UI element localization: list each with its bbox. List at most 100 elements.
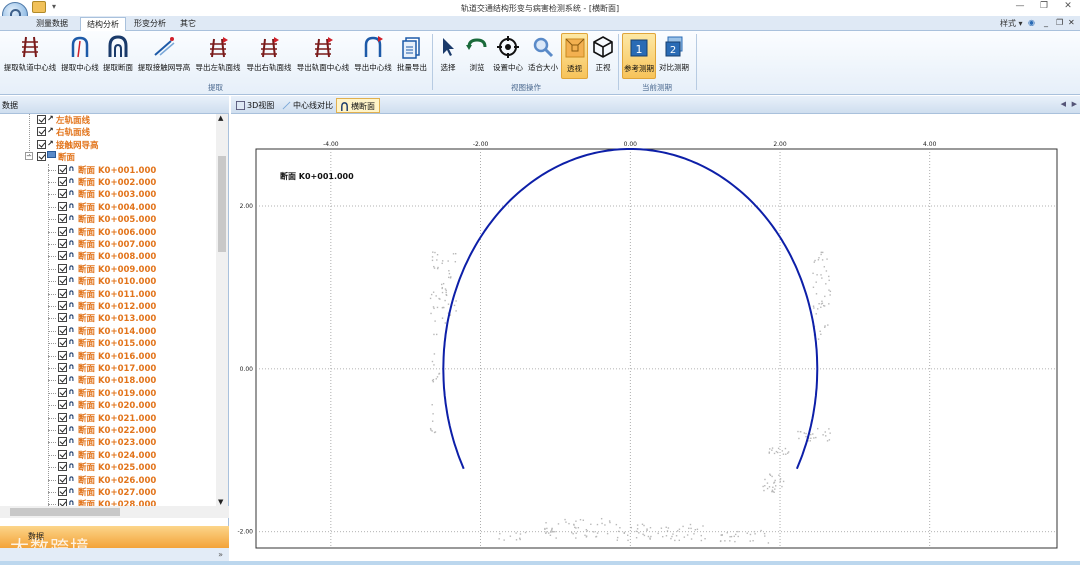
checkbox[interactable]	[58, 239, 67, 248]
tree-item-section[interactable]: ∩ 断面 K0+003.000	[0, 188, 216, 200]
tree-item-section[interactable]: ∩ 断面 K0+018.000	[0, 374, 216, 386]
tree-item-section[interactable]: ∩ 断面 K0+006.000	[0, 226, 216, 238]
export-rail-centerline-button[interactable]: 导出轨面中心线	[295, 33, 351, 79]
tab-scroll-left-icon[interactable]: ◀	[1061, 100, 1066, 108]
help-icon[interactable]: ◉	[1028, 18, 1035, 27]
compare-period-button[interactable]: 2 对比测期	[657, 33, 691, 79]
checkbox[interactable]	[58, 164, 67, 174]
tree-item-section[interactable]: ∩ 断面 K0+013.000	[0, 312, 216, 324]
checkbox[interactable]	[58, 288, 67, 298]
tree-item-section[interactable]: ∩ 断面 K0+028.000	[0, 498, 216, 506]
select-button[interactable]: 选择	[436, 33, 460, 79]
checkbox[interactable]	[58, 487, 67, 496]
tree-item-section[interactable]: ∩ 断面 K0+023.000	[0, 436, 216, 448]
tree-item-section[interactable]: ∩ 断面 K0+020.000	[0, 399, 216, 411]
expand-icon[interactable]: »	[218, 550, 223, 559]
extract-track-centerline-button[interactable]: 提取轨道中心线	[2, 33, 58, 79]
checkbox[interactable]	[58, 201, 67, 211]
restore-icon[interactable]: ❐	[1036, 1, 1052, 11]
tree-item-section[interactable]: ∩ 断面 K0+009.000	[0, 263, 216, 275]
checkbox[interactable]	[37, 139, 46, 149]
close-icon[interactable]: ✕	[1060, 1, 1076, 11]
checkbox[interactable]	[58, 301, 67, 310]
checkbox[interactable]	[58, 499, 67, 506]
tab-cross-section[interactable]: 横断面	[336, 98, 380, 113]
ribbon-minimize-icon[interactable]: _	[1044, 18, 1048, 27]
tree-item-section[interactable]: ∩ 断面 K0+017.000	[0, 362, 216, 374]
export-centerline-button[interactable]: 导出中心线	[352, 33, 394, 79]
tab-3d-view[interactable]: 3D视图	[233, 98, 278, 113]
tree-item-section[interactable]: ∩ 断面 K0+008.000	[0, 250, 216, 262]
set-center-button[interactable]: 设置中心	[491, 33, 525, 79]
checkbox[interactable]	[58, 338, 67, 348]
tree-node-sections[interactable]: 断面 −	[0, 151, 216, 163]
ribbon-close-icon[interactable]: ✕	[1068, 18, 1075, 27]
tree-item-section[interactable]: ∩ 断面 K0+007.000	[0, 238, 216, 250]
tree-item-section[interactable]: ∩ 断面 K0+025.000	[0, 461, 216, 473]
checkbox[interactable]	[58, 325, 67, 335]
minimize-icon[interactable]: —	[1012, 1, 1028, 11]
checkbox[interactable]	[58, 350, 67, 360]
style-menu[interactable]: 样式 ▾	[1000, 18, 1023, 29]
tab-centerline-compare[interactable]: 中心线对比	[279, 98, 337, 113]
reference-period-button[interactable]: 1 参考测期	[622, 33, 656, 79]
cross-section-plot[interactable]: -4.00 -2.00 0.00 2.00 4.00 2.00 0.00 -2.00 断面 K0…	[231, 114, 1080, 565]
tab-measure-data[interactable]: 测量数据	[30, 17, 74, 31]
tree-item-line[interactable]: ↗ 左轨面线	[0, 114, 216, 126]
checkbox[interactable]	[37, 152, 46, 162]
cross-section-canvas[interactable]: -4.00 -2.00 0.00 2.00 4.00 2.00 0.00 -2.00 断面 K0…	[231, 114, 1080, 565]
tree-item-section[interactable]: ∩ 断面 K0+012.000	[0, 300, 216, 312]
tree-item-section[interactable]: ∩ 断面 K0+001.000	[0, 164, 216, 176]
tree-item-section[interactable]: ∩ 断面 K0+015.000	[0, 337, 216, 349]
checkbox[interactable]	[58, 425, 67, 434]
tree-item-section[interactable]: ∩ 断面 K0+022.000	[0, 424, 216, 436]
tree-item-section[interactable]: ∩ 断面 K0+002.000	[0, 176, 216, 188]
checkbox[interactable]	[58, 387, 67, 397]
extract-catenary-height-button[interactable]: 提取接触网导高	[136, 33, 192, 79]
tree-item-section[interactable]: ∩ 断面 K0+004.000	[0, 201, 216, 213]
checkbox[interactable]	[58, 214, 67, 224]
tree-item-line[interactable]: ↗ 右轨面线	[0, 126, 216, 138]
checkbox[interactable]	[58, 189, 67, 199]
extract-section-button[interactable]: 提取断面	[101, 33, 135, 79]
tab-deformation-analysis[interactable]: 形变分析	[128, 17, 172, 31]
checkbox[interactable]	[58, 412, 67, 422]
tab-scroll-right-icon[interactable]: ▶	[1072, 100, 1077, 108]
checkbox[interactable]	[58, 449, 67, 459]
tree-item-section[interactable]: ∩ 断面 K0+010.000	[0, 275, 216, 287]
checkbox[interactable]	[58, 437, 67, 447]
checkbox[interactable]	[58, 474, 67, 484]
batch-export-button[interactable]: 批量导出	[395, 33, 429, 79]
front-view-button[interactable]: 正视	[590, 33, 616, 79]
tab-structure-analysis[interactable]: 结构分析	[80, 17, 126, 31]
browse-button[interactable]: 浏览	[463, 33, 491, 79]
tree-item-line[interactable]: ↗ 接触网导高	[0, 139, 216, 151]
tree-item-section[interactable]: ∩ 断面 K0+014.000	[0, 325, 216, 337]
ribbon-restore-icon[interactable]: ❐	[1056, 18, 1063, 27]
export-left-rail-button[interactable]: 导出左轨面线	[193, 33, 243, 79]
scroll-down-icon[interactable]: ▼	[218, 498, 223, 506]
tree-hscroll-thumb[interactable]	[10, 508, 120, 516]
checkbox[interactable]	[58, 276, 67, 286]
checkbox[interactable]	[58, 177, 67, 186]
tree-item-section[interactable]: ∩ 断面 K0+016.000	[0, 350, 216, 362]
perspective-button[interactable]: 透视	[561, 33, 588, 79]
tree-item-section[interactable]: ∩ 断面 K0+011.000	[0, 288, 216, 300]
tree-horizontal-scrollbar[interactable]	[0, 506, 229, 518]
checkbox[interactable]	[37, 115, 46, 124]
checkbox[interactable]	[58, 400, 67, 410]
scroll-up-icon[interactable]: ▲	[218, 114, 223, 122]
export-right-rail-button[interactable]: 导出右轨面线	[244, 33, 294, 79]
tree-item-section[interactable]: ∩ 断面 K0+026.000	[0, 474, 216, 486]
tree-item-section[interactable]: ∩ 断面 K0+005.000	[0, 213, 216, 225]
checkbox[interactable]	[58, 313, 67, 323]
tree-vertical-scrollbar[interactable]: ▲ ▼	[216, 114, 228, 506]
tab-other[interactable]: 其它	[174, 17, 202, 31]
fit-size-button[interactable]: 适合大小	[526, 33, 560, 79]
extract-centerline-button[interactable]: 提取中心线	[60, 33, 100, 79]
tree-scroll-thumb[interactable]	[218, 156, 226, 252]
checkbox[interactable]	[58, 263, 67, 273]
checkbox[interactable]	[58, 363, 67, 372]
checkbox[interactable]	[58, 375, 67, 385]
checkbox[interactable]	[58, 226, 67, 236]
